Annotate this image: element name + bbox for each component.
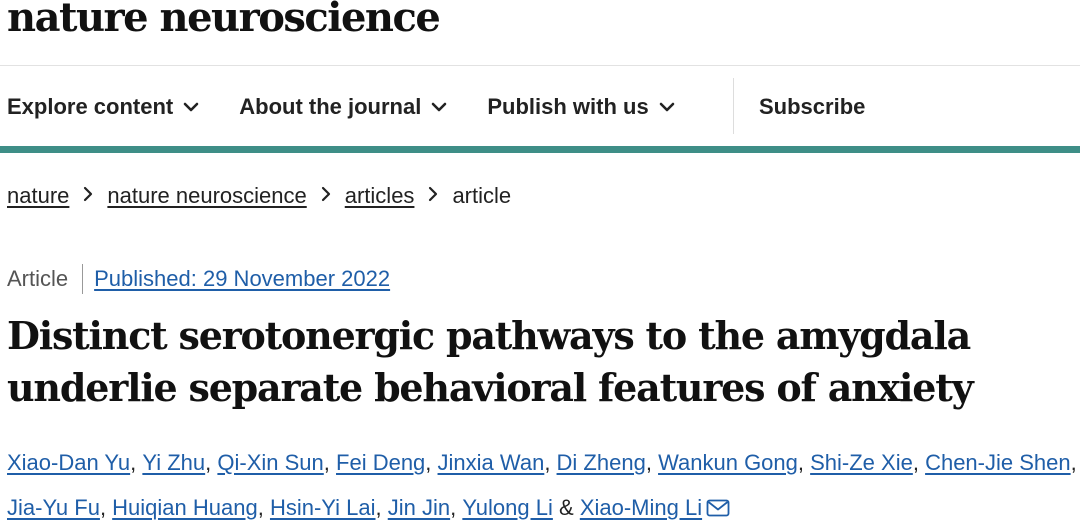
chevron-right-icon: [83, 185, 93, 208]
author-link[interactable]: Fei Deng: [336, 450, 425, 475]
nav-explore-content[interactable]: Explore content: [7, 94, 199, 120]
article-type: Article: [7, 266, 69, 291]
author-link[interactable]: Jia-Yu Fu: [7, 495, 100, 520]
author-item: Huiqian Huang,: [112, 495, 270, 520]
author-link[interactable]: Jin Jin: [388, 495, 450, 520]
nav-item-label: Publish with us: [487, 94, 649, 119]
nav-item-label: Explore content: [7, 94, 174, 119]
chevron-down-icon: [183, 102, 199, 112]
header-divider: [0, 65, 1080, 66]
author-item: Shi-Ze Xie,: [810, 450, 926, 475]
author-link[interactable]: Qi-Xin Sun: [217, 450, 323, 475]
author-item: Di Zheng,: [556, 450, 659, 475]
breadcrumb-nature-neuroscience[interactable]: nature neuroscience: [107, 183, 306, 209]
main-nav: Explore content About the journal Publis…: [7, 90, 715, 124]
author-item: Fei Deng,: [336, 450, 438, 475]
article-meta: Article Published: 29 November 2022: [7, 264, 390, 294]
author-link[interactable]: Xiao-Dan Yu: [7, 450, 130, 475]
author-item: Xiao-Dan Yu,: [7, 450, 143, 475]
author-list: Xiao-Dan Yu, Yi Zhu, Qi-Xin Sun, Fei Den…: [7, 440, 1079, 532]
accent-band: [0, 146, 1080, 153]
author-item: Jinxia Wan,: [437, 450, 557, 475]
chevron-right-icon: [321, 185, 331, 208]
author-item: Yulong Li: [462, 495, 559, 520]
nav-divider: [733, 78, 734, 134]
author-link[interactable]: Yi Zhu: [142, 450, 205, 475]
author-joiner-text: &: [559, 495, 574, 520]
author-joiner: &: [559, 495, 580, 520]
mail-icon[interactable]: [706, 487, 730, 532]
author-link[interactable]: Yulong Li: [462, 495, 553, 520]
chevron-down-icon: [659, 102, 675, 112]
nav-about-the-journal[interactable]: About the journal: [239, 94, 447, 120]
author-item: Jin Jin,: [387, 495, 463, 520]
breadcrumb-articles[interactable]: articles: [345, 183, 415, 209]
chevron-down-icon: [431, 102, 447, 112]
article-title: Distinct serotonergic pathways to the am…: [7, 313, 974, 410]
meta-divider: [82, 264, 84, 294]
author-item: Qi-Xin Sun,: [217, 450, 337, 475]
nav-publish-with-us[interactable]: Publish with us: [487, 94, 674, 120]
breadcrumb-nature[interactable]: nature: [7, 183, 69, 209]
author-link[interactable]: Jinxia Wan: [438, 450, 545, 475]
subscribe-link[interactable]: Subscribe: [759, 90, 865, 124]
breadcrumb-current: article: [452, 183, 512, 208]
author-item: Chen-Jie Shen,: [925, 450, 1077, 475]
author-link[interactable]: Shi-Ze Xie: [810, 450, 913, 475]
breadcrumb: nature nature neuroscience articles arti…: [7, 183, 511, 209]
nav-item-label: About the journal: [239, 94, 422, 119]
author-link[interactable]: Chen-Jie Shen: [925, 450, 1071, 475]
author-link[interactable]: Wankun Gong: [658, 450, 798, 475]
author-item: Wankun Gong,: [658, 450, 811, 475]
author-item: Hsin-Yi Lai,: [269, 495, 388, 520]
site-logo[interactable]: nature neuroscience: [7, 0, 441, 41]
chevron-right-icon: [428, 185, 438, 208]
author-item: Xiao-Ming Li: [580, 495, 730, 520]
author-item: Jia-Yu Fu,: [7, 495, 113, 520]
author-link[interactable]: Di Zheng: [557, 450, 646, 475]
published-date-link[interactable]: Published: 29 November 2022: [94, 266, 390, 292]
author-link[interactable]: Huiqian Huang: [112, 495, 258, 520]
author-item: Yi Zhu,: [142, 450, 218, 475]
corresponding-author-link[interactable]: Xiao-Ming Li: [580, 495, 702, 520]
author-link[interactable]: Hsin-Yi Lai: [270, 495, 376, 520]
